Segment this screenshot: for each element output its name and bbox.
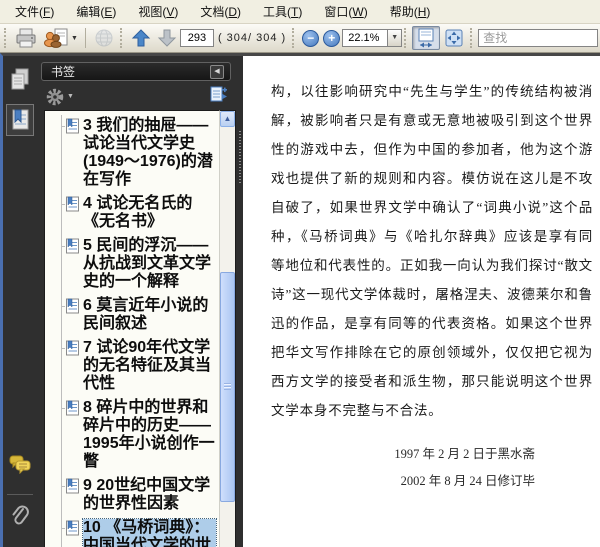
navigation-rail (3, 56, 36, 547)
bookmarks-panel-header: 书签 ◀ (41, 62, 231, 81)
document-paragraph: 构，以往影响研究中“先生与学生”的传统结构被消解，被影响者只是有意或无意地被吸引… (271, 77, 593, 425)
previous-page-button[interactable] (128, 26, 154, 50)
menu-item-view[interactable]: 视图(V) (127, 0, 189, 23)
bookmarks-tab-button[interactable] (6, 104, 34, 136)
document-dates: 1997 年 2 月 2 日于黑水斋 2002 年 8 月 24 日修订毕 (271, 441, 593, 495)
menu-item-edit[interactable]: 编辑(E) (65, 0, 127, 23)
toolbar-grip[interactable] (292, 28, 296, 48)
bookmark-item[interactable]: 10 《马桥词典》：中国当代文学的世界性因素之一例 (62, 517, 217, 547)
online-services-button[interactable] (90, 26, 118, 50)
menu-item-window[interactable]: 窗口(W) (313, 0, 378, 23)
gear-icon (46, 88, 64, 106)
options-caret-icon: ▼ (67, 93, 74, 100)
rail-divider (7, 494, 33, 495)
fit-width-icon (415, 27, 437, 49)
toolbar-grip[interactable] (120, 28, 124, 48)
bookmark-item[interactable]: 5 民间的浮沉——从抗战到文革文学史的一个解释 (62, 235, 217, 295)
next-page-button[interactable] (154, 26, 180, 50)
bookmark-item-label[interactable]: 4 试论无名氏的《无名书》 (83, 195, 216, 231)
toolbar-separator (85, 28, 86, 48)
document-page[interactable]: 构，以往影响研究中“先生与学生”的传统结构被消解，被影响者只是有意或无意地被吸引… (243, 56, 600, 547)
date-line-1: 1997 年 2 月 2 日于黑水斋 (271, 441, 535, 468)
toolbar-grip[interactable] (470, 28, 474, 48)
comments-icon (8, 454, 32, 474)
menu-item-document[interactable]: 文档(D) (189, 0, 252, 23)
bookmarks-panel: 书签 ◀ ▼ (36, 56, 236, 547)
bookmark-page-icon (65, 520, 80, 536)
fit-page-icon (443, 27, 465, 49)
zoom-out-button[interactable]: − (302, 30, 319, 47)
page-number-input[interactable] (180, 29, 214, 47)
page-count-label: ( 304/ 304 ) (218, 32, 286, 44)
collaborate-icon (43, 28, 69, 48)
pages-tab-button[interactable] (6, 64, 34, 96)
date-line-2: 2002 年 8 月 24 日修订毕 (271, 468, 535, 495)
expand-current-bookmark-button[interactable] (209, 85, 228, 108)
printer-icon (15, 28, 37, 48)
attachments-tab-button[interactable] (6, 501, 34, 533)
bookmarks-panel-toolbar: ▼ (36, 85, 236, 110)
menu-item-tools[interactable]: 工具(T) (252, 0, 313, 23)
bookmark-item-label[interactable]: 7 试论90年代文学的无名特征及其当代性 (83, 339, 216, 393)
zoom-dropdown-button[interactable]: ▼ (388, 29, 402, 47)
fit-page-button[interactable] (440, 26, 468, 50)
zoom-level-field[interactable]: 22.1% (342, 29, 388, 47)
fit-width-button[interactable] (412, 26, 440, 50)
bookmark-item[interactable]: 4 试论无名氏的《无名书》 (62, 193, 217, 235)
bookmark-item[interactable]: 6 莫言近年小说的民间叙述 (62, 295, 217, 337)
bookmarks-icon (8, 107, 32, 133)
bookmark-page-icon (65, 298, 80, 314)
bookmark-page-icon (65, 118, 80, 134)
toolbar: ▼ ( 304/ 304 ) − + 22.1% ▼ (0, 24, 600, 53)
menu-bar: 文件(F)编辑(E)视图(V)文档(D)工具(T)窗口(W)帮助(H) (0, 0, 600, 24)
collaborate-button[interactable]: ▼ (40, 26, 81, 50)
toolbar-grip[interactable] (4, 28, 8, 48)
comments-tab-button[interactable] (6, 448, 34, 480)
bookmark-item[interactable]: 9 20世纪中国文学的世界性因素 (62, 475, 217, 517)
bookmark-item-label[interactable]: 9 20世纪中国文学的世界性因素 (83, 477, 216, 513)
bookmark-page-icon (65, 400, 80, 416)
bookmark-item-label[interactable]: 10 《马桥词典》：中国当代文学的世界性因素之一例 (83, 519, 216, 547)
bookmark-tree: 3 我们的抽屉——试论当代文学史(1949～1976)的潜在写作 4 试论无名氏的… (61, 115, 217, 547)
bookmark-item-label[interactable]: 5 民间的浮沉——从抗战到文革文学史的一个解释 (83, 237, 216, 291)
print-button[interactable] (12, 26, 40, 50)
bookmark-page-icon (65, 478, 80, 494)
bookmark-item[interactable]: 3 我们的抽屉——试论当代文学史(1949～1976)的潜在写作 (62, 115, 217, 193)
pages-icon (8, 67, 32, 93)
menu-item-help[interactable]: 帮助(H) (379, 0, 442, 23)
menu-item-file[interactable]: 文件(F) (4, 0, 65, 23)
find-input[interactable] (478, 29, 598, 47)
bookmark-page-icon (65, 340, 80, 356)
collaborate-caret-icon: ▼ (71, 35, 78, 42)
bookmark-page-icon (65, 238, 80, 254)
options-button[interactable]: ▼ (46, 88, 74, 106)
expand-bookmark-icon (209, 85, 228, 103)
scrollbar-thumb[interactable] (220, 272, 235, 502)
bookmarks-panel-title: 书签 (51, 63, 75, 80)
main-area: 书签 ◀ ▼ (0, 53, 600, 547)
bookmark-item[interactable]: 8 碎片中的世界和碎片中的历史——1995年小说创作一瞥 (62, 397, 217, 475)
globe-icon (93, 28, 115, 48)
bookmark-page-icon (65, 196, 80, 212)
scroll-up-button[interactable]: ▲ (220, 111, 235, 127)
bookmark-item-label[interactable]: 3 我们的抽屉——试论当代文学史(1949～1976)的潜在写作 (83, 117, 216, 189)
bookmark-item[interactable]: 7 试论90年代文学的无名特征及其当代性 (62, 337, 217, 397)
zoom-in-button[interactable]: + (323, 30, 340, 47)
paperclip-icon (10, 505, 30, 529)
up-arrow-icon (131, 28, 151, 48)
down-arrow-icon (157, 28, 177, 48)
bookmark-item-label[interactable]: 6 莫言近年小说的民间叙述 (83, 297, 216, 333)
bookmarks-scrollbar[interactable]: ▲ ▼ (219, 110, 236, 547)
bookmarks-list: 3 我们的抽屉——试论当代文学史(1949～1976)的潜在写作 4 试论无名氏的… (44, 110, 219, 547)
bookmark-item-label[interactable]: 8 碎片中的世界和碎片中的历史——1995年小说创作一瞥 (83, 399, 216, 471)
collapse-panel-button[interactable]: ◀ (210, 65, 224, 79)
toolbar-grip[interactable] (404, 28, 408, 48)
bookmarks-list-row: 3 我们的抽屉——试论当代文学史(1949～1976)的潜在写作 4 试论无名氏的… (36, 110, 236, 547)
panel-splitter[interactable] (236, 56, 243, 547)
